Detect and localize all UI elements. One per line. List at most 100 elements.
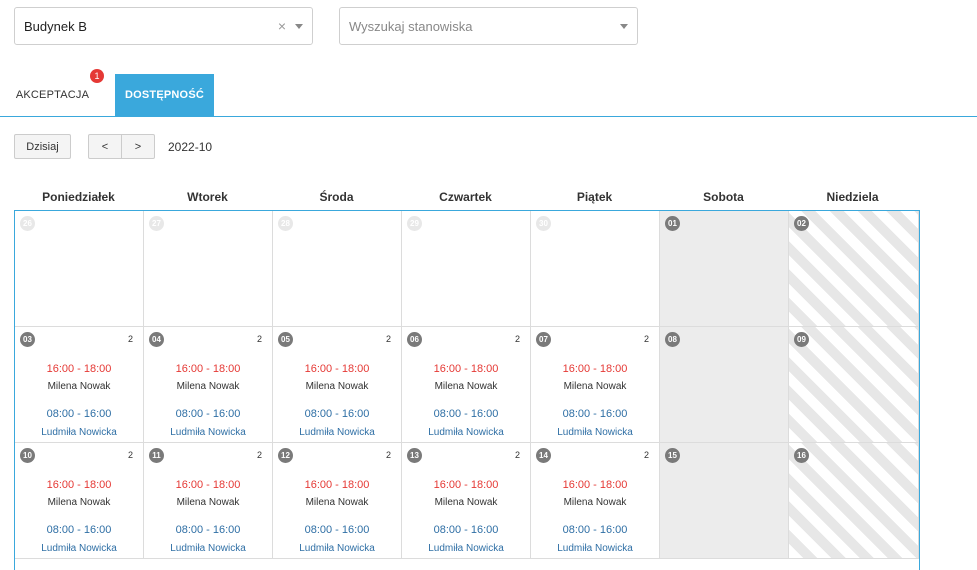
previous-month-button[interactable]: <: [88, 134, 122, 159]
day-number-badge: 06: [407, 332, 422, 347]
reservation-count: 2: [514, 450, 520, 460]
current-month-label: 2022-10: [168, 140, 213, 154]
calendar-day-cell[interactable]: 28: [273, 211, 402, 327]
person-name[interactable]: Ludmiła Nowicka: [273, 427, 401, 438]
chevron-down-icon[interactable]: [295, 23, 303, 29]
calendar-day-cell[interactable]: 27: [144, 211, 273, 327]
reservation-count: 2: [385, 334, 391, 344]
time-slot[interactable]: 16:00 - 18:00: [144, 479, 272, 491]
time-slot[interactable]: 08:00 - 16:00: [144, 524, 272, 536]
building-select[interactable]: Budynek B ×: [14, 7, 313, 45]
day-number-badge: 29: [407, 216, 422, 231]
tab-availability[interactable]: DOSTĘPNOŚĆ: [115, 74, 214, 116]
calendar-day-cell[interactable]: 14 2 16:00 - 18:00 Milena Nowak 08:00 - 16:0…: [531, 443, 660, 559]
person-name[interactable]: Milena Nowak: [402, 497, 530, 508]
calendar-day-cell[interactable]: 08: [660, 327, 789, 443]
person-name[interactable]: Milena Nowak: [531, 497, 659, 508]
calendar-day-cell[interactable]: 01: [660, 211, 789, 327]
person-name[interactable]: Ludmiła Nowicka: [15, 427, 143, 438]
notification-badge: 1: [90, 69, 104, 83]
person-name[interactable]: Ludmiła Nowicka: [402, 543, 530, 554]
day-number-badge: 26: [20, 216, 35, 231]
time-slot[interactable]: 08:00 - 16:00: [273, 408, 401, 420]
calendar-day-cell[interactable]: 29: [402, 211, 531, 327]
day-number-badge: 15: [665, 448, 680, 463]
day-number-badge: 02: [794, 216, 809, 231]
time-slot[interactable]: 16:00 - 18:00: [531, 479, 659, 491]
day-number-badge: 07: [536, 332, 551, 347]
person-name[interactable]: Milena Nowak: [273, 381, 401, 392]
time-slot[interactable]: 08:00 - 16:00: [15, 524, 143, 536]
time-slot[interactable]: 08:00 - 16:00: [273, 524, 401, 536]
weekday-header: Wtorek: [187, 190, 228, 204]
reservation-count: 2: [385, 450, 391, 460]
time-slot[interactable]: 16:00 - 18:00: [402, 479, 530, 491]
person-name[interactable]: Milena Nowak: [273, 497, 401, 508]
day-number-badge: 16: [794, 448, 809, 463]
calendar-day-cell[interactable]: 06 2 16:00 - 18:00 Milena Nowak 08:00 - 16:0…: [402, 327, 531, 443]
workstation-search-input[interactable]: [340, 18, 620, 34]
person-name[interactable]: Ludmiła Nowicka: [531, 427, 659, 438]
person-name[interactable]: Milena Nowak: [15, 497, 143, 508]
calendar-grid: 26 27 28 29 30 01 02 03 2 16:00 - 18:00 Milena Now…: [14, 210, 920, 570]
time-slot[interactable]: 08:00 - 16:00: [531, 408, 659, 420]
person-name[interactable]: Milena Nowak: [15, 381, 143, 392]
time-slot[interactable]: 08:00 - 16:00: [402, 408, 530, 420]
time-slot[interactable]: 16:00 - 18:00: [15, 479, 143, 491]
person-name[interactable]: Ludmiła Nowicka: [144, 427, 272, 438]
calendar-day-cell[interactable]: 15: [660, 443, 789, 559]
calendar-day-cell[interactable]: 12 2 16:00 - 18:00 Milena Nowak 08:00 - 16:0…: [273, 443, 402, 559]
person-name[interactable]: Ludmiła Nowicka: [531, 543, 659, 554]
day-number-badge: 12: [278, 448, 293, 463]
calendar-day-cell[interactable]: 09: [789, 327, 919, 443]
calendar-day-cell[interactable]: 04 2 16:00 - 18:00 Milena Nowak 08:00 - 16:0…: [144, 327, 273, 443]
calendar-day-cell[interactable]: 10 2 16:00 - 18:00 Milena Nowak 08:00 - 16:0…: [15, 443, 144, 559]
calendar-day-cell[interactable]: 02: [789, 211, 919, 327]
calendar-day-cell[interactable]: 30: [531, 211, 660, 327]
weekday-header: Czwartek: [439, 190, 492, 204]
day-number-badge: 30: [536, 216, 551, 231]
calendar-day-cell[interactable]: 11 2 16:00 - 18:00 Milena Nowak 08:00 - 16:0…: [144, 443, 273, 559]
person-name[interactable]: Ludmiła Nowicka: [15, 543, 143, 554]
time-slot[interactable]: 08:00 - 16:00: [402, 524, 530, 536]
calendar-day-cell[interactable]: 13 2 16:00 - 18:00 Milena Nowak 08:00 - 16:0…: [402, 443, 531, 559]
day-number-badge: 11: [149, 448, 164, 463]
time-slot[interactable]: 16:00 - 18:00: [273, 479, 401, 491]
time-slot[interactable]: 08:00 - 16:00: [15, 408, 143, 420]
clear-icon[interactable]: ×: [278, 18, 286, 34]
weekday-header: Niedziela: [826, 190, 879, 204]
time-slot[interactable]: 08:00 - 16:00: [144, 408, 272, 420]
calendar-day-cell[interactable]: 16: [789, 443, 919, 559]
calendar-day-cell[interactable]: 26: [15, 211, 144, 327]
person-name[interactable]: Milena Nowak: [144, 497, 272, 508]
calendar-day-cell[interactable]: 07 2 16:00 - 18:00 Milena Nowak 08:00 - 16:0…: [531, 327, 660, 443]
time-slot[interactable]: 16:00 - 18:00: [15, 363, 143, 375]
reservation-count: 2: [127, 334, 133, 344]
person-name[interactable]: Milena Nowak: [402, 381, 530, 392]
reservation-count: 2: [643, 334, 649, 344]
person-name[interactable]: Milena Nowak: [144, 381, 272, 392]
time-slot[interactable]: 08:00 - 16:00: [531, 524, 659, 536]
reservation-count: 2: [256, 450, 262, 460]
building-select-value: Budynek B: [24, 18, 87, 34]
calendar-day-cell[interactable]: 03 2 16:00 - 18:00 Milena Nowak 08:00 - 16:0…: [15, 327, 144, 443]
next-month-button[interactable]: >: [121, 134, 155, 159]
tab-bar: AKCEPTACJA DOSTĘPNOŚĆ: [0, 74, 977, 117]
calendar-day-cell[interactable]: 05 2 16:00 - 18:00 Milena Nowak 08:00 - 16:0…: [273, 327, 402, 443]
person-name[interactable]: Milena Nowak: [531, 381, 659, 392]
time-slot[interactable]: 16:00 - 18:00: [531, 363, 659, 375]
person-name[interactable]: Ludmiła Nowicka: [144, 543, 272, 554]
day-number-badge: 27: [149, 216, 164, 231]
today-button[interactable]: Dzisiaj: [14, 134, 71, 159]
time-slot[interactable]: 16:00 - 18:00: [273, 363, 401, 375]
day-number-badge: 08: [665, 332, 680, 347]
person-name[interactable]: Ludmiła Nowicka: [402, 427, 530, 438]
tab-acceptance[interactable]: AKCEPTACJA: [5, 74, 100, 116]
workstation-search-select[interactable]: [339, 7, 638, 45]
time-slot[interactable]: 16:00 - 18:00: [402, 363, 530, 375]
chevron-down-icon[interactable]: [620, 23, 628, 29]
person-name[interactable]: Ludmiła Nowicka: [273, 543, 401, 554]
day-number-badge: 01: [665, 216, 680, 231]
time-slot[interactable]: 16:00 - 18:00: [144, 363, 272, 375]
day-number-badge: 03: [20, 332, 35, 347]
